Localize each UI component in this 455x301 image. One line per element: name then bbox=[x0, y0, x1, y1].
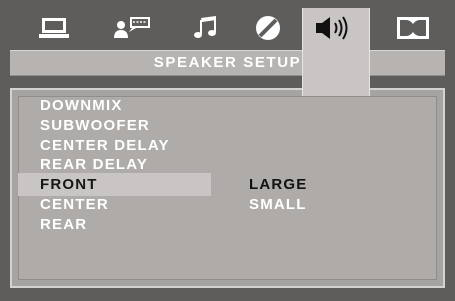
tab-bar bbox=[10, 8, 445, 48]
language-icon bbox=[114, 17, 150, 38]
tab-disc[interactable] bbox=[238, 8, 298, 48]
menu-item-center-delay[interactable]: CENTER DELAY bbox=[40, 136, 170, 156]
speaker-icon bbox=[316, 16, 348, 40]
menu-item-rear-delay[interactable]: REAR DELAY bbox=[40, 155, 148, 175]
tab-dolby[interactable] bbox=[383, 8, 443, 48]
menu-item-subwoofer[interactable]: SUBWOOFER bbox=[40, 116, 150, 136]
menu-item-rear[interactable]: REAR bbox=[40, 215, 87, 235]
speaker-setup-screen: SPEAKER SETUP DOWNMIX SUBWOOFER CENTER D… bbox=[0, 0, 455, 301]
page-title: SPEAKER SETUP bbox=[153, 54, 302, 71]
menu-item-center[interactable]: CENTER bbox=[40, 195, 109, 215]
music-note-icon bbox=[194, 16, 216, 38]
tab-audio[interactable] bbox=[175, 8, 235, 48]
dolby-icon bbox=[397, 17, 429, 39]
disc-icon bbox=[256, 16, 280, 40]
tab-speaker[interactable] bbox=[304, 8, 364, 48]
menu-item-downmix[interactable]: DOWNMIX bbox=[40, 96, 123, 116]
monitor-icon bbox=[39, 18, 69, 38]
tab-language[interactable] bbox=[102, 8, 162, 48]
tab-video[interactable] bbox=[24, 8, 84, 48]
option-small[interactable]: SMALL bbox=[249, 195, 307, 215]
option-large[interactable]: LARGE bbox=[249, 175, 308, 195]
menu-item-front[interactable]: FRONT bbox=[40, 175, 98, 195]
